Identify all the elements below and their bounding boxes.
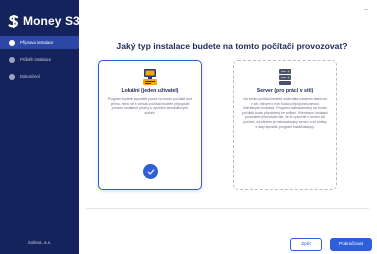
selected-check-icon [143,164,158,179]
step-label: Dokončení [20,74,41,79]
step-indicator-icon [9,39,15,46]
continue-button[interactable]: Pokračovat [330,238,372,251]
company-name: Solitea, a.s. [27,240,52,245]
app-logo: Money S3 [8,14,80,28]
option-title: Server (pro práci v síti) [256,88,314,94]
option-title: Lokální (jeden uživatel) [121,88,179,94]
option-description: Na tomto počítači budete uklát data osta… [242,97,328,129]
money-logo-icon [8,14,19,28]
option-description: Program budete spouštět pouze na tomto p… [107,97,193,115]
step-finish: Dokončení [0,70,79,83]
step-label: Průběh instalace [20,57,52,62]
page-title: Jaký typ instalace budete na tomto počít… [116,41,348,51]
back-button[interactable]: Zpět [290,238,322,251]
sidebar: Money S3 Příprava instalace Průběh insta… [0,0,80,254]
footer-divider [86,208,369,209]
workstation-icon [99,68,201,86]
option-local-card[interactable]: Lokální (jeden uživatel) Program budete … [98,60,202,190]
minimize-button[interactable]: – [364,6,368,13]
app-name: Money S3 [23,14,80,28]
step-indicator-icon [9,73,15,80]
step-preparation: Příprava instalace [0,36,79,49]
option-server-card[interactable]: Server (pro práci v síti) Na tomto počít… [233,60,337,190]
server-icon [234,68,336,86]
step-progress: Průběh instalace [0,53,79,66]
wizard-steps: Příprava instalace Průběh instalace Doko… [0,36,79,87]
step-label: Příprava instalace [20,40,54,45]
step-indicator-icon [9,56,15,63]
